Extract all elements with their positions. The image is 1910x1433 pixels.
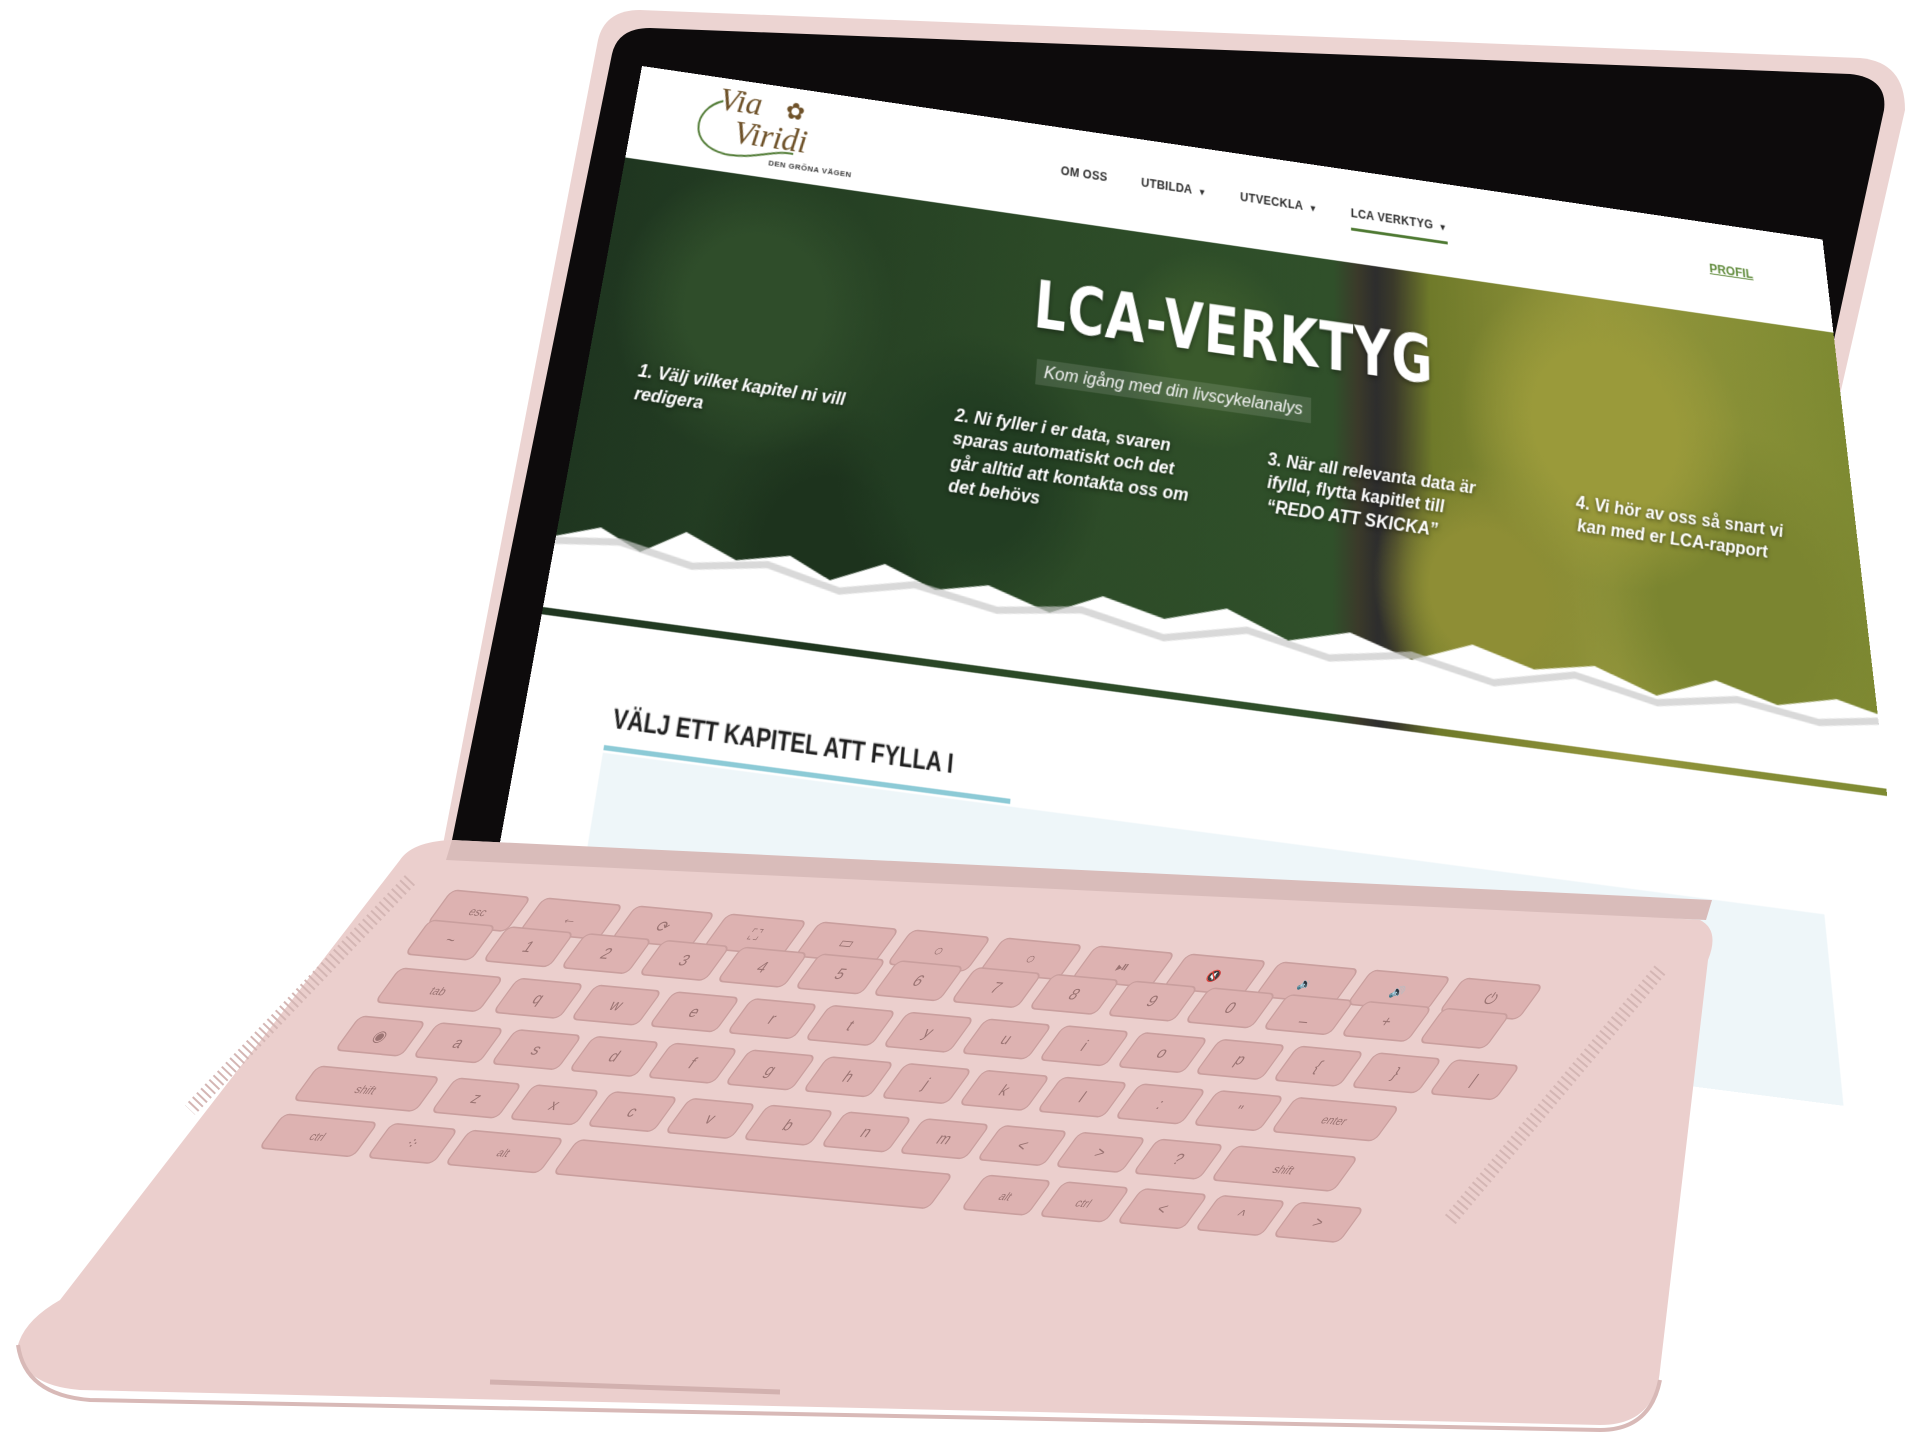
keyboard-key[interactable]: s (491, 1029, 581, 1070)
keyboard-key[interactable]: d (569, 1036, 659, 1077)
keyboard-key[interactable]: i (1039, 1025, 1129, 1067)
keyboard-key[interactable]: p (1195, 1039, 1285, 1080)
keyboard-key[interactable]: alt (961, 1174, 1051, 1216)
keyboard-key[interactable]: alt (445, 1129, 563, 1174)
keyboard-key[interactable]: r (727, 998, 817, 1039)
keyboard-key[interactable]: } (1351, 1052, 1441, 1094)
keyboard-key[interactable]: m (899, 1118, 989, 1160)
keyboard-key[interactable]: tab (375, 967, 503, 1012)
keyboard-key[interactable]: { (1273, 1045, 1363, 1087)
keyboard-key[interactable]: u (961, 1018, 1051, 1060)
keyboard-key[interactable]: l (1037, 1076, 1127, 1118)
keyboard-key[interactable]: c (587, 1091, 677, 1132)
key-cap (555, 1139, 951, 1209)
keyboard-key[interactable]: ? (1133, 1138, 1223, 1180)
keyboard-key[interactable]: _ (1263, 994, 1353, 1036)
keyboard-key[interactable]: enter (1271, 1097, 1399, 1142)
keyboard-key[interactable]: f (647, 1042, 737, 1084)
keyboard-key[interactable]: w (571, 984, 661, 1026)
keyboard-key[interactable]: " (1193, 1090, 1283, 1132)
keyboard-key[interactable]: q (493, 978, 583, 1019)
keyboard-key[interactable]: 3 (639, 940, 729, 981)
keyboard-key[interactable]: j (881, 1063, 971, 1104)
keyboard-key[interactable]: < (977, 1125, 1067, 1166)
keyboard-key[interactable]: b (743, 1104, 833, 1146)
keyboard: esc ← ⟳ ⛶ ▭ ○ ○ ⏯🔇🔉🔊 ⏻~ 1 2 3 4 5 6 7 8 9 0 _ +tab q w e r t y u i o p… (259, 889, 1541, 1243)
keyboard-key[interactable]: 7 (951, 967, 1041, 1008)
keyboard-key[interactable]: ~ (405, 919, 495, 961)
keyboard-key[interactable]: > (1055, 1132, 1145, 1173)
keyboard-key[interactable]: k (959, 1070, 1049, 1111)
keyboard-key[interactable]: shift (1211, 1145, 1357, 1192)
keyboard-key[interactable]: < (1117, 1188, 1207, 1230)
keyboard-key[interactable]: 1 (483, 926, 573, 968)
keyboard-key[interactable]: 2 (561, 933, 651, 974)
keyboard-key[interactable]: 9 (1107, 980, 1197, 1022)
keyboard-key[interactable]: ctrl (259, 1113, 377, 1157)
keyboard-key[interactable] (1419, 1007, 1509, 1049)
keyboard-key[interactable]: t (805, 1005, 895, 1046)
keyboard-key[interactable]: z (431, 1077, 521, 1119)
keyboard-key[interactable]: ^ (1195, 1195, 1285, 1236)
keyboard-key[interactable]: ⁘ (367, 1123, 457, 1164)
keyboard-key[interactable]: g (725, 1049, 815, 1091)
keyboard-key[interactable]: y (883, 1011, 973, 1053)
keyboard-key[interactable]: > (1273, 1201, 1363, 1243)
keyboard-key[interactable]: e (649, 991, 739, 1033)
keyboard-key[interactable]: ctrl (1039, 1181, 1129, 1223)
keyboard-key[interactable]: | (1429, 1059, 1519, 1101)
keyboard-key[interactable]: a (413, 1022, 503, 1064)
keyboard-key[interactable]: 6 (873, 960, 963, 1002)
keyboard-key[interactable]: n (821, 1111, 911, 1153)
keyboard-key[interactable]: + (1341, 1001, 1431, 1042)
keyboard-key[interactable] (553, 1139, 952, 1209)
keyboard-key[interactable]: 4 (717, 946, 807, 988)
keyboard-key[interactable]: h (803, 1056, 893, 1098)
keyboard-key[interactable]: shift (293, 1065, 439, 1112)
keyboard-key[interactable]: v (665, 1098, 755, 1139)
keyboard-key[interactable]: o (1117, 1032, 1207, 1073)
keyboard-key[interactable]: x (509, 1084, 599, 1126)
keyboard-key[interactable]: 5 (795, 953, 885, 995)
keyboard-key[interactable]: : (1115, 1083, 1205, 1125)
key-cap (1421, 1007, 1508, 1049)
keyboard-key[interactable]: 8 (1029, 974, 1119, 1015)
keyboard-key[interactable]: 0 (1185, 987, 1275, 1029)
keyboard-key[interactable]: ◉ (335, 1015, 425, 1057)
